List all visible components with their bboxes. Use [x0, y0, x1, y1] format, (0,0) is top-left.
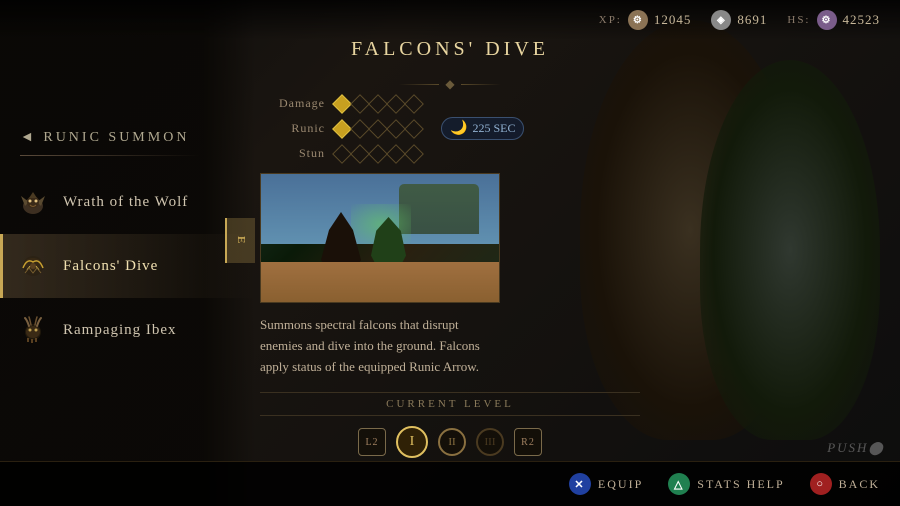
stats-grid: Damage Runic 🌙 225 SEC: [260, 96, 640, 161]
x-button-icon: ✕: [569, 473, 591, 495]
cooldown-value: 225 SEC: [472, 121, 515, 136]
stat-gems-runic: [335, 122, 421, 136]
stat-gems-stun: [335, 147, 421, 161]
stats-help-label: STATS HELP: [697, 477, 784, 492]
selected-tab-indicator: E: [225, 218, 255, 263]
wolf-item-label: Wrath of the Wolf: [63, 194, 188, 211]
ornament-line-left: [399, 84, 439, 85]
scene-ground: [261, 262, 499, 302]
stats-help-action[interactable]: △ STATS HELP: [668, 473, 784, 495]
circle-button-icon: ○: [810, 473, 832, 495]
level-controls: L2 I II III R2: [260, 426, 640, 458]
push-logo: PUSH⬤: [827, 440, 885, 456]
selected-tab-letter: E: [235, 236, 247, 244]
ibex-item-label: Rampaging Ibex: [63, 322, 177, 339]
sidebar-title: ◄ RUNIC SUMMON: [0, 120, 255, 156]
hs-icon: ⚙: [817, 10, 837, 30]
wolf-icon: [15, 184, 51, 220]
silver-icon: ◈: [711, 10, 731, 30]
stat-label-damage: Damage: [265, 96, 325, 111]
silver-stat: ◈ 8691: [711, 10, 767, 30]
triangle-button-icon: △: [668, 473, 690, 495]
cooldown-badge: 🌙 225 SEC: [441, 117, 524, 140]
hs-value: 42523: [843, 12, 881, 28]
ability-preview-image: [260, 173, 500, 303]
sidebar-divider: [20, 155, 200, 156]
equip-action[interactable]: ✕ EQUIP: [569, 473, 643, 495]
sidebar-item-wolf[interactable]: Wrath of the Wolf: [0, 170, 255, 234]
cooldown-icon: 🌙: [450, 120, 467, 137]
gem-runic-5: [404, 119, 424, 139]
scene-island: [399, 184, 479, 234]
hs-stat: HS: ⚙ 42523: [787, 10, 880, 30]
main-content: FALCONS' DIVE ◆ Damage Runic: [260, 30, 640, 458]
xp-stat: XP: ⚙ 12045: [599, 10, 692, 30]
level-2-indicator[interactable]: II: [438, 428, 466, 456]
xp-value: 12045: [654, 12, 692, 28]
equip-label: EQUIP: [598, 477, 643, 492]
sidebar-item-ibex[interactable]: Rampaging Ibex: [0, 298, 255, 362]
xp-label: XP:: [599, 14, 622, 26]
hs-label: HS:: [787, 14, 810, 26]
falcons-icon: [15, 248, 51, 284]
back-label: BACK: [839, 477, 880, 492]
atreus-figure: [700, 60, 880, 440]
r2-button[interactable]: R2: [514, 428, 542, 456]
preview-scene: [261, 174, 499, 302]
level-section-title: CURRENT LEVEL: [260, 392, 640, 416]
stat-row-stun: Stun: [265, 146, 635, 161]
top-hud: XP: ⚙ 12045 ◈ 8691 HS: ⚙ 42523: [0, 0, 900, 40]
level-section: CURRENT LEVEL L2 I II III R2: [260, 392, 640, 458]
ibex-icon: [15, 312, 51, 348]
back-action[interactable]: ○ BACK: [810, 473, 880, 495]
sidebar: ◄ RUNIC SUMMON Wrath of the Wolf: [0, 0, 255, 506]
silver-value: 8691: [737, 12, 767, 28]
sidebar-item-falcons[interactable]: Falcons' Dive: [0, 234, 255, 298]
gem-stun-5: [404, 144, 424, 164]
title-ornament: ◆: [260, 77, 640, 92]
stat-row-damage: Damage: [265, 96, 635, 111]
falcons-item-label: Falcons' Dive: [63, 258, 158, 275]
ability-description: Summons spectral falcons that disrupt en…: [260, 315, 500, 377]
l2-button[interactable]: L2: [358, 428, 386, 456]
stat-row-runic: Runic 🌙 225 SEC: [265, 117, 635, 140]
stat-label-runic: Runic: [265, 121, 325, 136]
sidebar-items-list: Wrath of the Wolf Falcons' Dive: [0, 170, 255, 362]
bottom-action-bar: ✕ EQUIP △ STATS HELP ○ BACK: [0, 461, 900, 506]
stat-gems-damage: [335, 97, 421, 111]
level-1-indicator[interactable]: I: [396, 426, 428, 458]
xp-icon: ⚙: [628, 10, 648, 30]
stat-label-stun: Stun: [265, 146, 325, 161]
ornament-line-right: [461, 84, 501, 85]
level-3-indicator[interactable]: III: [476, 428, 504, 456]
gem-damage-5: [404, 94, 424, 114]
